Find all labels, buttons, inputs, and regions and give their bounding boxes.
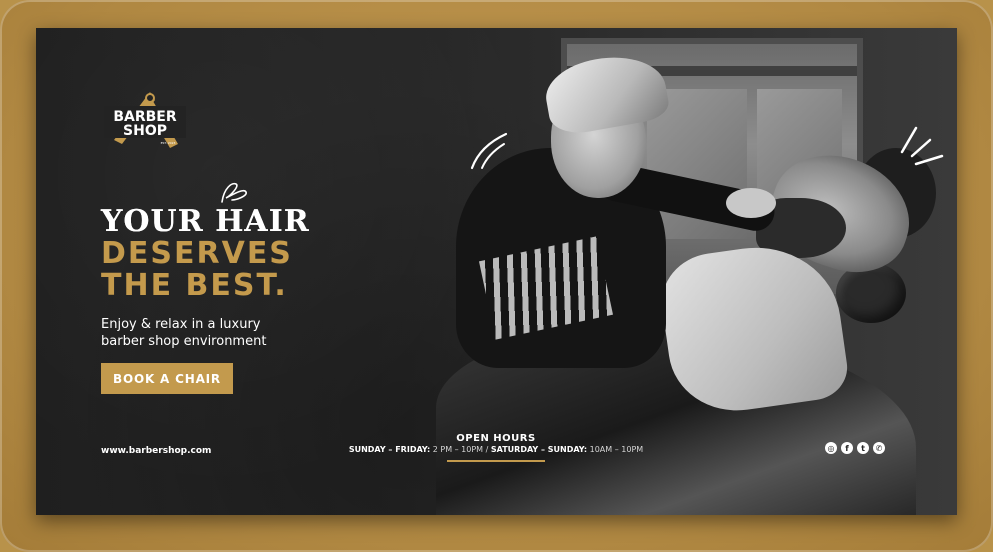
headline-line3: THE BEST.	[101, 268, 288, 303]
barber-hand	[726, 188, 776, 218]
weekday-time: 2 PM – 10PM /	[430, 445, 491, 454]
weekend-label: SATURDAY – SUNDAY:	[490, 445, 588, 454]
open-hours-schedule: SUNDAY – FRIDAY: 2 PM – 10PM / SATURDAY …	[316, 445, 676, 454]
hours-underline	[447, 460, 545, 462]
open-hours-title: OPEN HOURS	[456, 433, 536, 444]
chair-headrest	[836, 263, 906, 323]
headline-line1: YOUR HAIR	[101, 204, 310, 239]
twitter-icon[interactable]: t	[857, 442, 869, 454]
website-link[interactable]: www.barbershop.com	[101, 446, 211, 456]
facebook-icon[interactable]: f	[841, 442, 853, 454]
barbershop-logo: BARBER SHOP EST. 2023	[104, 92, 186, 148]
social-links: ◎ f t ✆	[825, 442, 885, 454]
weekday-label: SUNDAY – FRIDAY:	[348, 445, 431, 454]
logo-small: EST. 2023	[161, 141, 176, 145]
tagline-line2: barber shop environment	[101, 334, 267, 349]
book-a-chair-button[interactable]: BOOK A CHAIR	[101, 363, 233, 394]
instagram-icon[interactable]: ◎	[825, 442, 837, 454]
whatsapp-icon[interactable]: ✆	[873, 442, 885, 454]
weekend-time: 10AM – 10PM	[587, 445, 644, 454]
logo-line2: SHOP	[123, 123, 167, 139]
tagline-line1: Enjoy & relax in a luxury	[101, 317, 261, 332]
motion-lines-icon	[470, 132, 508, 170]
headline: YOUR HAIR DESERVES THE BEST.	[101, 206, 310, 302]
tagline: Enjoy & relax in a luxury barber shop en…	[101, 316, 361, 350]
hero-banner: BARBER SHOP EST. 2023 YOUR HAIR DESERVES…	[36, 28, 957, 515]
motion-lines-icon	[900, 126, 944, 166]
headline-line2: DESERVES	[101, 236, 293, 271]
open-hours: OPEN HOURS SUNDAY – FRIDAY: 2 PM – 10PM …	[316, 433, 676, 462]
